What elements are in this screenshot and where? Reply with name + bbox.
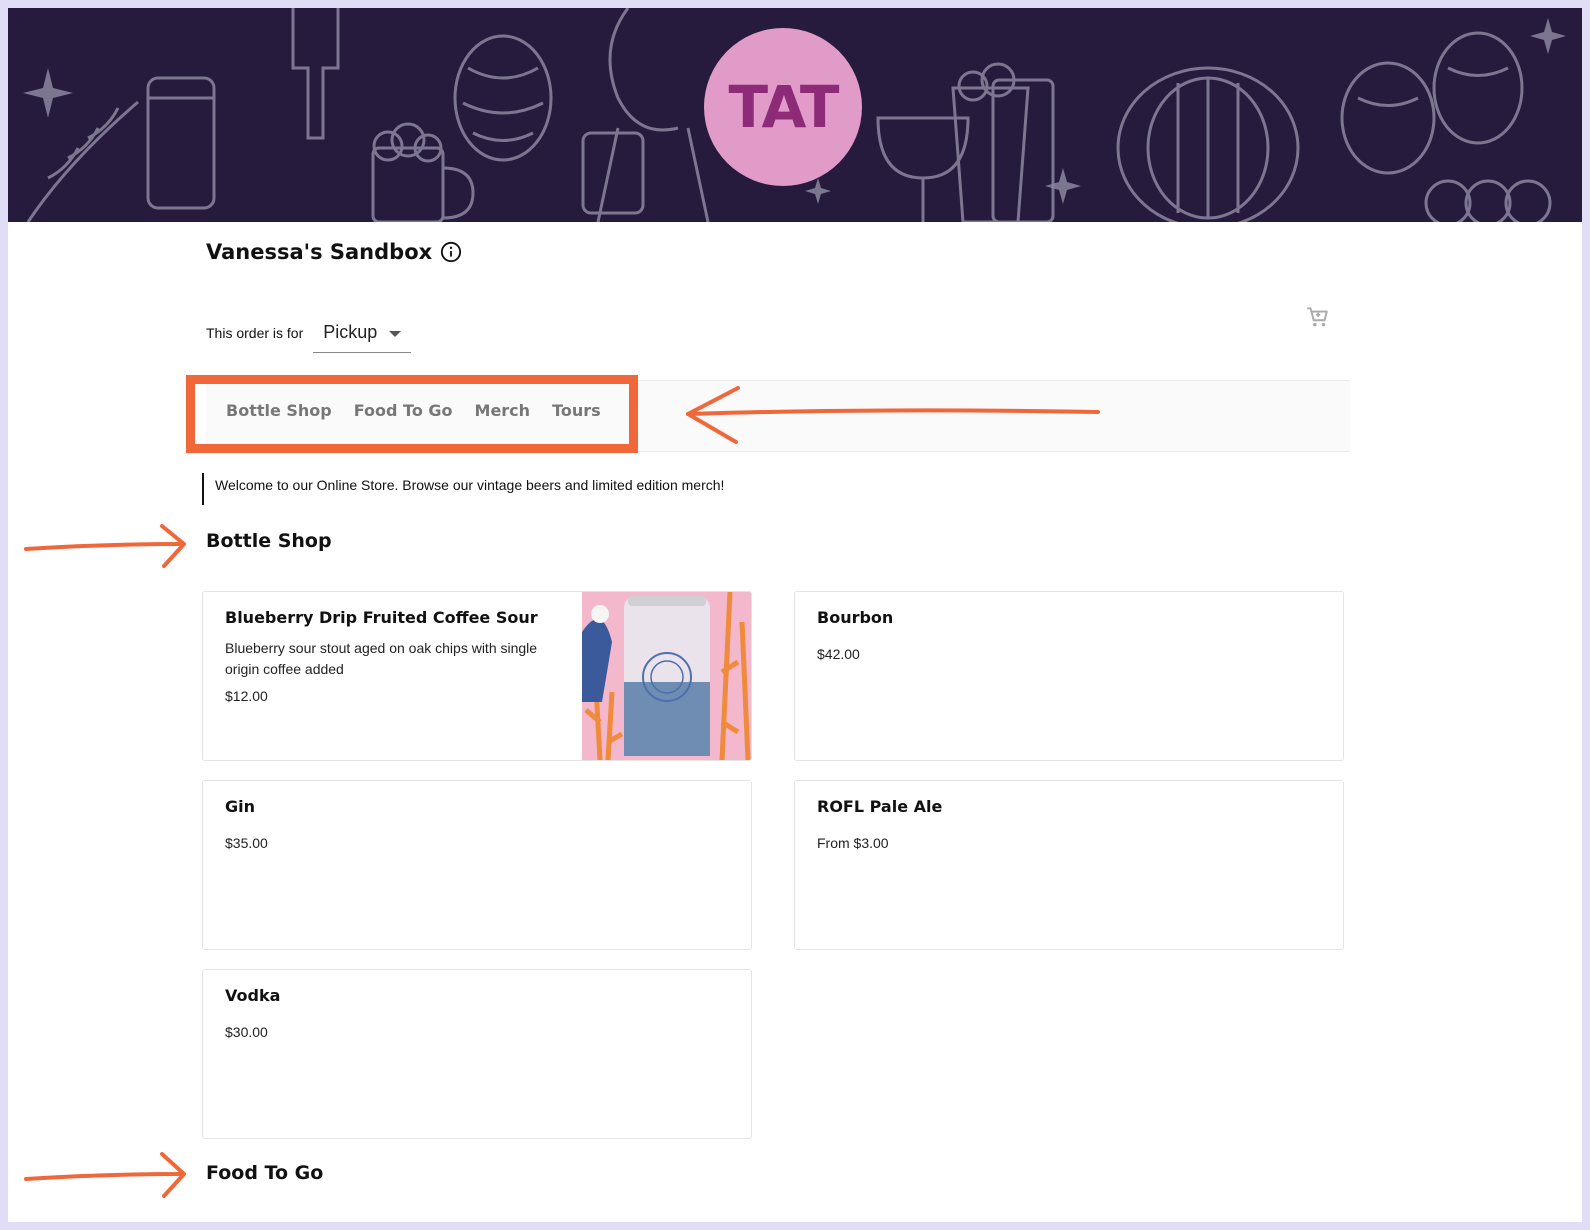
product-card[interactable]: Vodka $30.00 bbox=[202, 969, 752, 1139]
annotation-arrow-right bbox=[24, 524, 186, 568]
store-banner: TAT bbox=[8, 8, 1582, 222]
category-tabs: Bottle Shop Food To Go Merch Tours bbox=[226, 401, 601, 420]
store-logo: TAT bbox=[704, 28, 862, 186]
product-name: Gin bbox=[225, 797, 256, 816]
welcome-message: Welcome to our Online Store. Browse our … bbox=[202, 473, 724, 505]
product-name: Vodka bbox=[225, 986, 281, 1005]
product-name: Blueberry Drip Fruited Coffee Sour bbox=[225, 608, 538, 627]
info-icon[interactable] bbox=[440, 241, 462, 263]
annotation-arrow-left bbox=[686, 386, 1100, 444]
product-card[interactable]: Blueberry Drip Fruited Coffee Sour Blueb… bbox=[202, 591, 752, 761]
product-description: Blueberry sour stout aged on oak chips w… bbox=[225, 640, 538, 677]
order-type-row: This order is for Pickup bbox=[206, 313, 412, 353]
tab-merch[interactable]: Merch bbox=[475, 401, 531, 420]
product-name: Bourbon bbox=[817, 608, 894, 627]
product-image bbox=[582, 592, 751, 760]
product-price: From $3.00 bbox=[817, 835, 889, 851]
store-title: Vanessa's Sandbox bbox=[206, 240, 462, 264]
order-type-value: Pickup bbox=[323, 322, 378, 342]
product-price: $42.00 bbox=[817, 646, 860, 662]
order-type-select[interactable]: Pickup bbox=[313, 313, 412, 353]
section-heading-food-to-go: Food To Go bbox=[206, 1162, 324, 1184]
tab-tours[interactable]: Tours bbox=[552, 401, 601, 420]
tab-food-to-go[interactable]: Food To Go bbox=[354, 401, 453, 420]
product-price: $30.00 bbox=[225, 1024, 268, 1040]
store-logo-text: TAT bbox=[728, 73, 839, 141]
section-heading-bottle-shop: Bottle Shop bbox=[206, 530, 332, 552]
product-card[interactable]: Gin $35.00 bbox=[202, 780, 752, 950]
product-card[interactable]: ROFL Pale Ale From $3.00 bbox=[794, 780, 1344, 950]
chevron-down-icon bbox=[389, 331, 402, 337]
product-price: $35.00 bbox=[225, 835, 268, 851]
order-type-label: This order is for bbox=[206, 325, 304, 341]
store-name: Vanessa's Sandbox bbox=[206, 240, 433, 264]
annotation-arrow-right bbox=[24, 1152, 186, 1198]
cart-icon[interactable] bbox=[1304, 304, 1330, 330]
product-card[interactable]: Bourbon $42.00 bbox=[794, 591, 1344, 761]
tab-bottle-shop[interactable]: Bottle Shop bbox=[226, 401, 332, 420]
product-name: ROFL Pale Ale bbox=[817, 797, 943, 816]
page-frame: TAT Vanessa's Sandbox This order is for … bbox=[8, 8, 1582, 1222]
product-price: $12.00 bbox=[225, 688, 268, 704]
